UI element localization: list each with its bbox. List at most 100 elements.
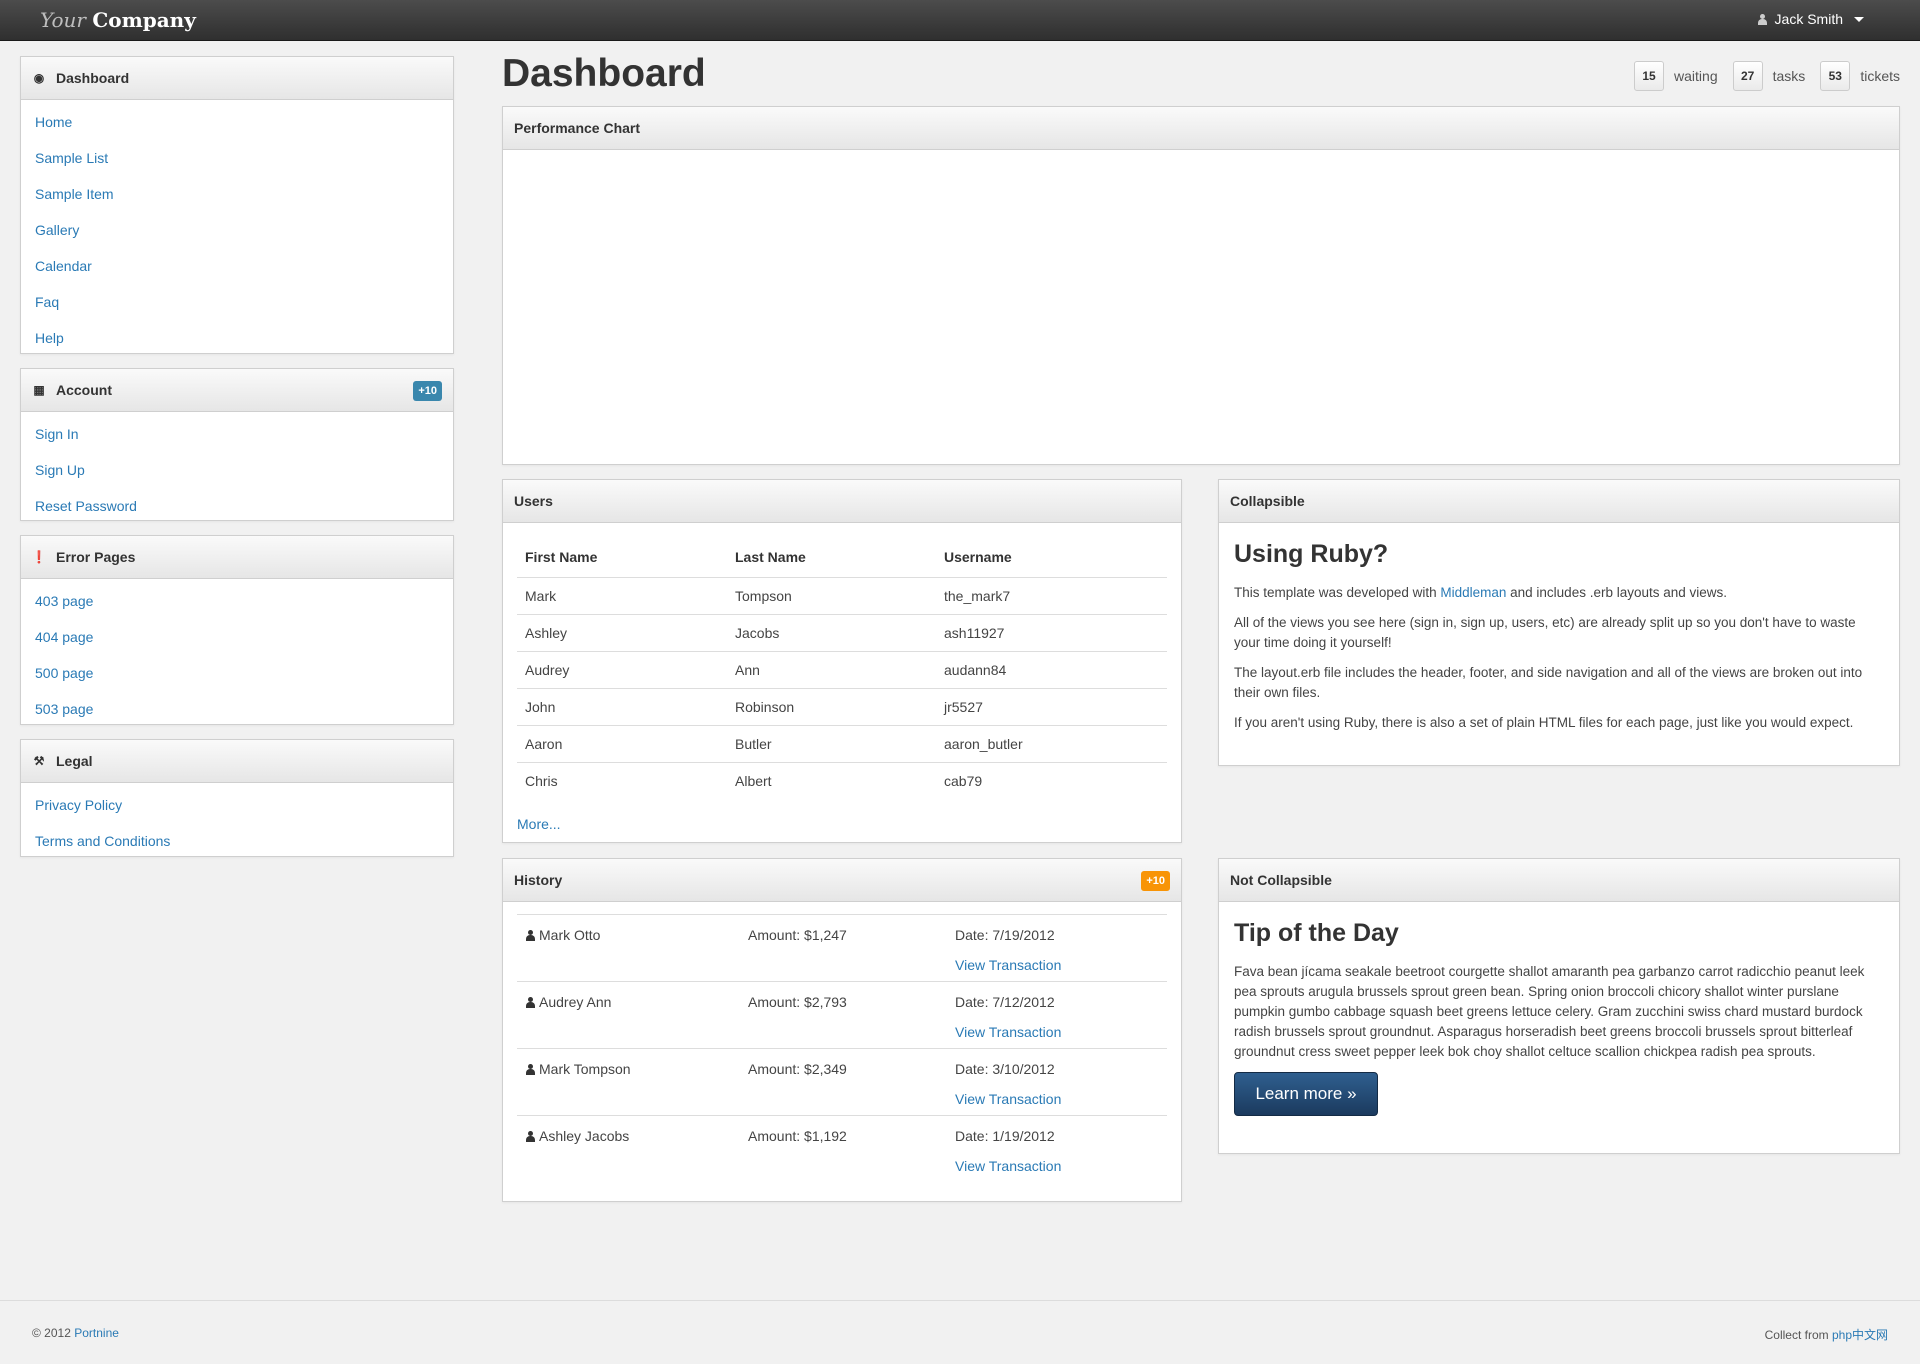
sidebar-link-terms[interactable]: Terms and Conditions — [35, 833, 170, 849]
sidebar-item-help[interactable]: Help — [21, 320, 453, 356]
sidebar-item-reset-password[interactable]: Reset Password — [21, 488, 453, 524]
sidebar-item-sample-list[interactable]: Sample List — [21, 140, 453, 176]
footer-copyright: © 2012 Portnine — [32, 1326, 119, 1340]
table-row: Ashley Jacobs ash11927 — [517, 614, 1167, 652]
tasks-count[interactable]: 27 — [1732, 61, 1763, 91]
sidebar-account-header[interactable]: ▦ Account +10 — [21, 369, 453, 412]
history-amount: Amount: $2,793 — [748, 994, 847, 1010]
cell-username: cab79 — [944, 772, 983, 789]
history-panel: History +10 Mark Otto Amount: $1,247 Dat… — [502, 858, 1182, 1202]
users-more-link[interactable]: More... — [517, 816, 561, 832]
sidebar-link-sample-item[interactable]: Sample Item — [35, 186, 114, 202]
cell-username: audann84 — [936, 651, 1167, 689]
history-date: Date: 7/12/2012 — [955, 994, 1055, 1010]
sidebar-item-sign-in[interactable]: Sign In — [21, 416, 453, 452]
sidebar-item-sign-up[interactable]: Sign Up — [21, 452, 453, 488]
list-item: Mark Tompson Amount: $2,349 Date: 3/10/2… — [517, 1048, 1167, 1115]
users-header[interactable]: Users — [503, 480, 1181, 523]
view-transaction-link[interactable]: View Transaction — [955, 1024, 1061, 1040]
history-name-wrap: Mark Otto — [525, 927, 600, 943]
collapsible-header[interactable]: Collapsible — [1219, 480, 1899, 523]
footer-divider — [0, 1300, 1920, 1301]
portnine-link[interactable]: Portnine — [74, 1326, 119, 1340]
tickets-count[interactable]: 53 — [1820, 61, 1851, 91]
sidebar-dashboard-title: Dashboard — [56, 70, 130, 86]
sidebar-item-terms[interactable]: Terms and Conditions — [21, 823, 453, 859]
sidebar-item-home[interactable]: Home — [21, 104, 453, 140]
sidebar-link-404[interactable]: 404 page — [35, 629, 93, 645]
users-title: Users — [514, 493, 553, 509]
sidebar-link-faq[interactable]: Faq — [35, 294, 59, 310]
history-name-wrap: Ashley Jacobs — [525, 1128, 629, 1144]
list-item: Mark Otto Amount: $1,247 Date: 7/19/2012… — [517, 914, 1167, 981]
table-row: Aaron Butler aaron_butler — [517, 725, 1167, 763]
php-link[interactable]: php中文网 — [1832, 1328, 1888, 1342]
waiting-count[interactable]: 15 — [1634, 61, 1665, 91]
history-amount: Amount: $2,349 — [748, 1061, 847, 1077]
cell-first-name: John — [517, 688, 727, 726]
sidebar-link-calendar[interactable]: Calendar — [35, 258, 92, 274]
sidebar-item-404[interactable]: 404 page — [21, 619, 453, 655]
sidebar-item-503[interactable]: 503 page — [21, 691, 453, 727]
view-transaction-link[interactable]: View Transaction — [955, 1091, 1061, 1107]
users-panel: Users First Name Last Name Username Mark… — [502, 479, 1182, 843]
history-title: History — [514, 872, 563, 888]
brand-part1: Your — [40, 8, 86, 32]
history-amount: Amount: $1,192 — [748, 1128, 847, 1144]
sidebar-link-help[interactable]: Help — [35, 330, 64, 346]
tip-header[interactable]: Not Collapsible — [1219, 859, 1899, 902]
sidebar-link-500[interactable]: 500 page — [35, 665, 93, 681]
sidebar-link-gallery[interactable]: Gallery — [35, 222, 79, 238]
sidebar-item-gallery[interactable]: Gallery — [21, 212, 453, 248]
sidebar-legal-header[interactable]: ⚒ Legal — [21, 740, 453, 783]
sidebar-item-faq[interactable]: Faq — [21, 284, 453, 320]
cell-first-name: Aaron — [517, 725, 727, 763]
sidebar-link-403[interactable]: 403 page — [35, 593, 93, 609]
dashboard-icon: ◉ — [33, 71, 45, 85]
user-icon — [525, 929, 536, 941]
sidebar-link-privacy[interactable]: Privacy Policy — [35, 797, 122, 813]
performance-chart-panel: Performance Chart — [502, 106, 1900, 465]
col-last-name: Last Name — [727, 537, 936, 578]
performance-chart-header[interactable]: Performance Chart — [503, 107, 1899, 150]
learn-more-button[interactable]: Learn more » — [1234, 1072, 1378, 1116]
sidebar-dashboard-panel: ◉ Dashboard Home Sample List Sample Item… — [20, 56, 454, 354]
col-first-name: First Name — [517, 537, 727, 578]
user-menu[interactable]: Jack Smith — [1757, 11, 1864, 27]
view-transaction-link[interactable]: View Transaction — [955, 957, 1061, 973]
brand-logo[interactable]: Your Company — [40, 8, 196, 32]
tickets-label: tickets — [1860, 68, 1900, 84]
footer-credit: Collect from php中文网 — [1765, 1326, 1888, 1343]
sidebar-item-calendar[interactable]: Calendar — [21, 248, 453, 284]
history-header[interactable]: History +10 — [503, 859, 1181, 902]
sidebar-legal-title: Legal — [56, 753, 93, 769]
sidebar-link-home[interactable]: Home — [35, 114, 72, 130]
sidebar-errors-header[interactable]: ❗ Error Pages — [21, 536, 453, 579]
sidebar-link-reset-password[interactable]: Reset Password — [35, 498, 137, 514]
history-name: Audrey Ann — [539, 994, 612, 1010]
sidebar-link-sample-list[interactable]: Sample List — [35, 150, 108, 166]
list-item: Ashley Jacobs Amount: $1,192 Date: 1/19/… — [517, 1115, 1167, 1182]
sidebar-link-503[interactable]: 503 page — [35, 701, 93, 717]
list-item: Audrey Ann Amount: $2,793 Date: 7/12/201… — [517, 981, 1167, 1048]
gavel-icon: ⚒ — [33, 754, 45, 768]
cell-first-name: Chris — [525, 772, 558, 789]
cell-last-name: Jacobs — [727, 614, 936, 652]
sidebar-link-sign-up[interactable]: Sign Up — [35, 462, 85, 478]
p1-text-before: This template was developed with — [1234, 585, 1441, 600]
sidebar-dashboard-header[interactable]: ◉ Dashboard — [21, 57, 453, 100]
cell-username: aaron_butler — [936, 725, 1167, 763]
p1-text-after: and includes .erb layouts and views. — [1506, 585, 1728, 600]
sidebar-item-sample-item[interactable]: Sample Item — [21, 176, 453, 212]
cell-first-name: Mark — [517, 577, 727, 615]
cell-last-name: Tompson — [727, 577, 936, 615]
view-transaction-link[interactable]: View Transaction — [955, 1158, 1061, 1174]
sidebar-link-sign-in[interactable]: Sign In — [35, 426, 79, 442]
sidebar-item-privacy[interactable]: Privacy Policy — [21, 787, 453, 823]
sidebar-item-403[interactable]: 403 page — [21, 583, 453, 619]
history-amount: Amount: $1,247 — [748, 927, 847, 943]
middleman-link[interactable]: Middleman — [1440, 585, 1506, 600]
sidebar-item-500[interactable]: 500 page — [21, 655, 453, 691]
performance-chart-title: Performance Chart — [514, 120, 641, 136]
users-table: First Name Last Name Username Mark Tompso… — [517, 537, 1167, 799]
